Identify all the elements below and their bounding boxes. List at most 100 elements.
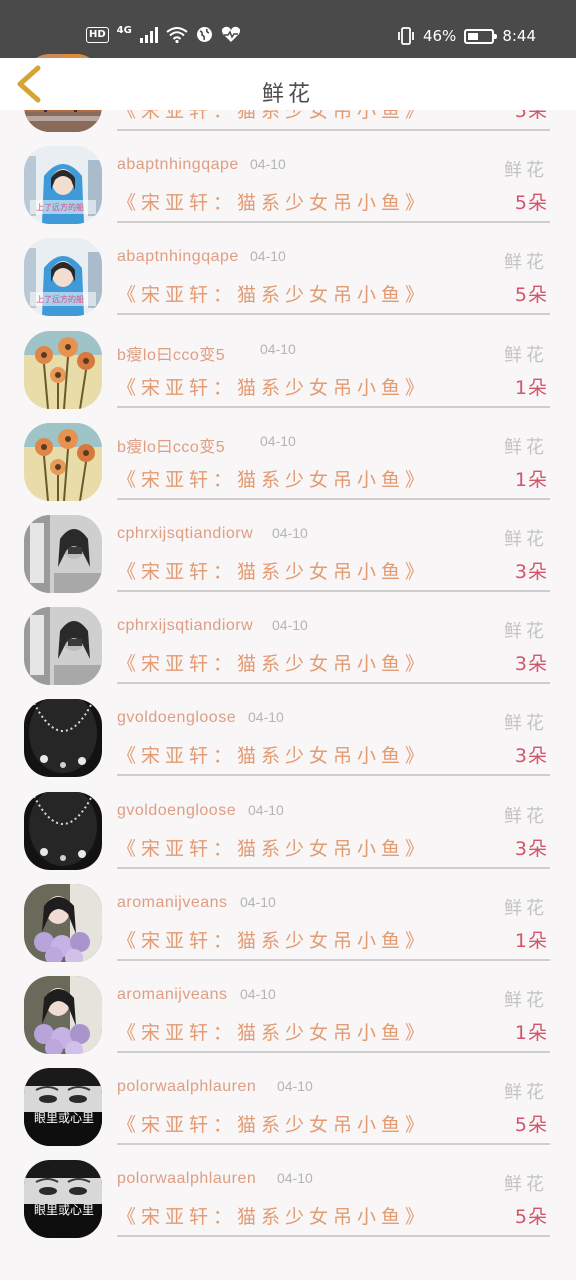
- battery-level: [468, 32, 479, 40]
- avatar[interactable]: [24, 976, 102, 1054]
- work-title: 《宋亚轩：猫系少女吊小鱼》: [117, 561, 430, 583]
- gift-quantity: 1朵: [514, 376, 548, 399]
- list-item[interactable]: gvoldoengloose 04-10 鲜花 《宋亚轩：猫系少女吊小鱼》 3朵: [0, 697, 576, 789]
- divider: [117, 1051, 550, 1053]
- list-item[interactable]: cphrxijsqtiandiorw 04-10 鲜花《宋亚轩：猫系少女吊小鱼》 3朵: [0, 513, 576, 605]
- username: abaptnhingqape: [117, 156, 239, 174]
- gift-quantity: 3朵: [514, 837, 548, 860]
- divider: [117, 405, 550, 408]
- timestamp: 04-10: [248, 801, 284, 818]
- gift-quantity: 3朵: [514, 745, 548, 768]
- list-item[interactable]: aromanijveans 04-10 鲜花 《宋亚轩：猫系少女吊小鱼》 1朵: [0, 882, 576, 974]
- username: cphrxijsqtiandiorw: [117, 525, 254, 542]
- gift-type: 鲜花: [504, 1174, 548, 1196]
- work-title: 《宋亚轩：猫系少女吊小鱼》: [117, 929, 430, 952]
- timestamp: 04-10: [248, 709, 284, 726]
- gift-quantity: 3朵: [514, 561, 548, 583]
- avatar[interactable]: 上了远方的船: [24, 146, 102, 225]
- username: b瘦lo曰cco变5: [117, 346, 226, 364]
- list-item[interactable]: b瘦lo曰cco变5 04-10 鲜花《宋亚轩：猫系少女吊小鱼》 1朵: [0, 421, 576, 513]
- work-title: 《宋亚轩：猫系少女吊小鱼》: [117, 745, 430, 768]
- divider: [117, 497, 550, 500]
- avatar[interactable]: [24, 883, 102, 962]
- divider: [117, 129, 550, 131]
- avatar[interactable]: [24, 791, 102, 870]
- timestamp: 04-10: [260, 432, 296, 449]
- avatar-caption: 上了远方的船: [36, 202, 84, 212]
- username: aromanijveans: [117, 893, 228, 911]
- battery-percent: 46%: [422, 27, 457, 45]
- username: b瘦lo曰cco变5: [117, 438, 226, 456]
- work-title: 《宋亚轩：猫系少女吊小鱼》: [117, 284, 430, 307]
- gift-type: 鲜花: [504, 529, 548, 550]
- work-title: 《宋亚轩：猫系少女吊小鱼》: [117, 468, 430, 491]
- avatar[interactable]: [24, 699, 102, 778]
- work-title: 《宋亚轩：猫系少女吊小鱼》: [117, 653, 430, 676]
- divider: [117, 1235, 550, 1238]
- divider: [117, 958, 550, 961]
- avatar-caption: 上了远方的船: [36, 294, 84, 304]
- list-item[interactable]: 眼里或心里 polorwaalphlauren 04-10 鲜花 《宋亚轩：猫系少女吊小…: [0, 1066, 576, 1158]
- gift-type: 鲜花: [504, 436, 548, 458]
- list-item[interactable]: gvoldoengloose 04-10 鲜花 《宋亚轩：猫系少女吊小鱼》 3朵: [0, 790, 576, 882]
- timestamp: 04-10: [240, 986, 276, 1002]
- username: gvoldoengloose: [117, 801, 237, 819]
- timestamp: 04-10: [272, 525, 308, 541]
- gift-quantity: 3朵: [514, 653, 548, 676]
- list-item[interactable]: cphrxijsqtiandiorw 04-10 鲜花《宋亚轩：猫系少女吊小鱼》 3朵: [0, 605, 576, 697]
- gift-type: 鲜花: [504, 621, 548, 643]
- username: polorwaalphlauren: [117, 1078, 257, 1096]
- signal-icon: [139, 26, 158, 43]
- gift-quantity: 5朵: [514, 284, 548, 307]
- page-title: 鲜花: [261, 82, 314, 107]
- gift-quantity: 1朵: [514, 468, 548, 491]
- vibrate-icon: [398, 27, 414, 45]
- divider: [117, 682, 550, 685]
- gift-quantity: 1朵: [514, 1022, 548, 1044]
- gift-quantity: 5朵: [514, 1114, 548, 1137]
- work-title: 《宋亚轩：猫系少女吊小鱼》: [117, 1022, 430, 1044]
- gift-type: 鲜花: [504, 990, 548, 1011]
- username: abaptnhingqape: [117, 248, 239, 266]
- list-item[interactable]: 上了远方的船 abaptnhingqape 04-10 鲜花 《宋亚轩：猫系少女吊小鱼》…: [0, 236, 576, 328]
- list-item[interactable]: 眼里或心里 polorwaalphlauren 04-10 鲜花《宋亚轩：猫系少女吊小…: [0, 1158, 576, 1250]
- gift-type: 鲜花: [504, 713, 548, 735]
- username: cphrxijsqtiandiorw: [117, 617, 254, 635]
- divider: [117, 1143, 550, 1146]
- timestamp: 04-10: [277, 1078, 313, 1095]
- avatar[interactable]: [24, 607, 102, 686]
- divider: [117, 221, 550, 224]
- timestamp: 04-10: [277, 1170, 313, 1187]
- hd-badge: HD: [86, 26, 109, 43]
- gift-type: 鲜花: [504, 344, 548, 366]
- status-left: HD 4G: [86, 24, 241, 43]
- avatar[interactable]: [24, 330, 102, 409]
- gift-type: 鲜花: [504, 897, 548, 919]
- list-item[interactable]: 上了远方的船 abaptnhingqape 04-10 鲜花 《宋亚轩：猫系少女吊小鱼》…: [0, 144, 576, 236]
- username: aromanijveans: [117, 986, 228, 1003]
- divider: [117, 313, 550, 316]
- network-type: 4G: [116, 24, 132, 36]
- heart-icon: [221, 26, 240, 42]
- list-item[interactable]: b瘦lo曰cco变5 04-10 鲜花 《宋亚轩：猫系少女吊小鱼》 1朵: [0, 329, 576, 421]
- avatar[interactable]: 眼里或心里: [24, 1068, 102, 1147]
- work-title: 《宋亚轩：猫系少女吊小鱼》: [117, 1206, 430, 1229]
- gift-quantity: 5朵: [514, 1206, 548, 1229]
- work-title: 《宋亚轩：猫系少女吊小鱼》: [117, 1114, 430, 1137]
- avatar[interactable]: 眼里或心里: [24, 1160, 102, 1239]
- timestamp: 04-10: [260, 340, 296, 357]
- avatar[interactable]: [24, 422, 102, 501]
- app-header: 鲜花: [0, 58, 576, 110]
- timestamp: 04-10: [272, 617, 308, 634]
- avatar[interactable]: [24, 515, 102, 593]
- status-right: 46% 8:44: [397, 26, 536, 46]
- username: polorwaalphlauren: [117, 1170, 257, 1188]
- gift-type: 鲜花: [504, 160, 548, 182]
- gift-type: 鲜花: [504, 805, 548, 827]
- gift-type: 鲜花: [504, 252, 548, 274]
- timestamp: 04-10: [250, 156, 286, 173]
- list-item[interactable]: aromanijveans 04-10 鲜花《宋亚轩：猫系少女吊小鱼》 1朵: [0, 974, 576, 1066]
- clock: 8:44: [502, 27, 536, 45]
- avatar-caption: 眼里或心里: [34, 1111, 94, 1125]
- avatar[interactable]: 上了远方的船: [24, 238, 102, 317]
